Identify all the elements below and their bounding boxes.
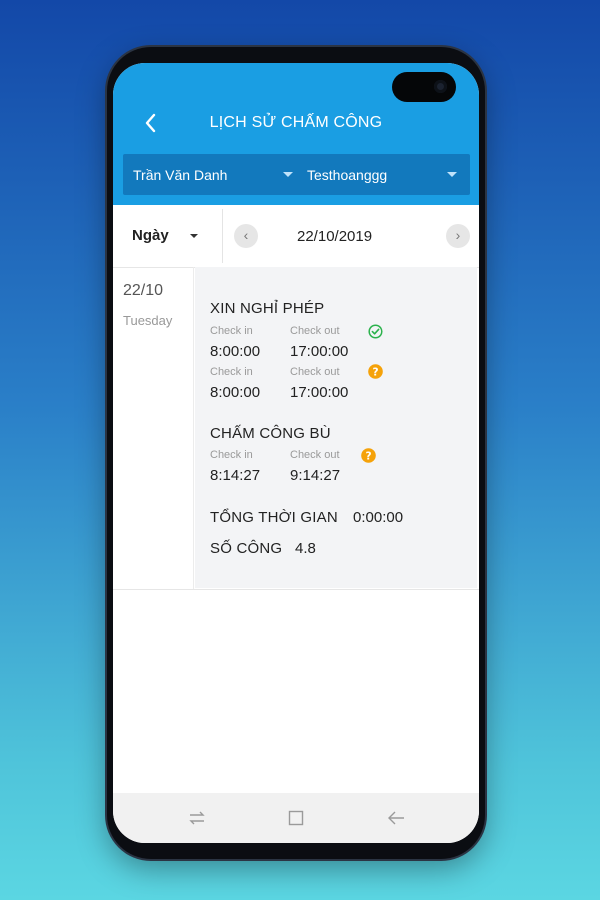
day-weekday: Tuesday (123, 313, 173, 328)
content-bottom-divider (113, 589, 479, 590)
leave-section-title: XIN NGHỈ PHÉP (210, 300, 325, 317)
day-date: 22/10 (123, 282, 164, 299)
check-in-label: Check in (210, 366, 253, 378)
filter-bar: Trần Văn Danh Testhoanggg (123, 154, 470, 195)
question-circle-icon: ? (368, 364, 383, 379)
makeup-section-title: CHẤM CÔNG BÙ (210, 425, 331, 442)
home-icon[interactable] (287, 809, 305, 827)
check-out-label: Check out (290, 325, 340, 337)
check-in-value: 8:00:00 (210, 384, 261, 401)
recent-apps-icon[interactable] (188, 809, 206, 827)
total-time-label: TỔNG THỜI GIAN (210, 509, 338, 526)
back-icon[interactable] (387, 809, 405, 827)
app-screen: LỊCH SỬ CHẤM CÔNG Trần Văn Danh Testhoan… (113, 63, 479, 843)
check-circle-icon (368, 324, 383, 339)
workdays-label: SỐ CÔNG (210, 540, 283, 557)
company-select-value: Testhoanggg (307, 166, 388, 183)
next-date-button[interactable]: › (446, 224, 470, 248)
camera-lens-icon (434, 80, 447, 93)
prev-date-button[interactable]: ‹ (234, 224, 258, 248)
caret-down-icon[interactable] (190, 234, 198, 238)
system-nav-bar (113, 793, 479, 843)
check-in-label: Check in (210, 325, 253, 337)
check-out-label: Check out (290, 449, 340, 461)
employee-select-value: Trần Văn Danh (133, 166, 228, 183)
employee-select[interactable]: Trần Văn Danh (133, 154, 298, 195)
check-out-label: Check out (290, 366, 340, 378)
current-date: 22/10/2019 (297, 228, 373, 245)
total-time-value: 0:00:00 (353, 509, 404, 526)
chevron-down-icon (447, 172, 457, 177)
check-in-value: 8:14:27 (210, 467, 261, 484)
svg-text:?: ? (372, 366, 378, 378)
page-title: LỊCH SỬ CHẤM CÔNG (209, 114, 383, 131)
check-in-label: Check in (210, 449, 253, 461)
check-out-value: 9:14:27 (290, 467, 341, 484)
check-in-value: 8:00:00 (210, 343, 261, 360)
day-column-divider (193, 267, 194, 589)
company-select[interactable]: Testhoanggg (307, 154, 467, 195)
workdays-value: 4.8 (295, 540, 316, 557)
toolbar-divider (222, 209, 223, 263)
check-out-value: 17:00:00 (290, 343, 349, 360)
period-select[interactable]: Ngày (132, 227, 169, 244)
check-out-value: 17:00:00 (290, 384, 349, 401)
svg-text:?: ? (365, 450, 371, 462)
chevron-down-icon (283, 172, 293, 177)
front-camera (392, 72, 456, 102)
date-toolbar: Ngày ‹ 22/10/2019 › (113, 205, 479, 267)
question-circle-icon: ? (361, 448, 376, 463)
